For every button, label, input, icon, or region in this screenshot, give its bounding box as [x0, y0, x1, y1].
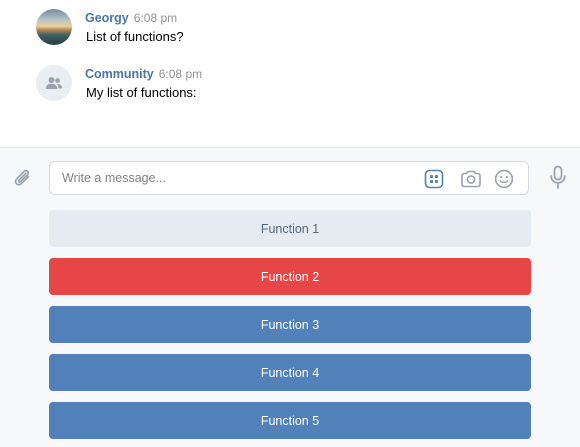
bot-keyboard-icon [424, 169, 444, 189]
message-text: My list of functions: [86, 85, 197, 100]
user-photo-avatar[interactable] [36, 9, 72, 45]
message-composer: Function 1 Function 2 Function 3 Functio… [0, 147, 580, 447]
microphone-icon [550, 165, 566, 189]
paperclip-icon [14, 169, 30, 186]
message-author[interactable]: Georgy [85, 11, 129, 25]
message-input-box[interactable] [49, 161, 529, 195]
keyboard-button-function-4[interactable]: Function 4 [49, 354, 531, 391]
keyboard-button-function-3[interactable]: Function 3 [49, 306, 531, 343]
message-header: Georgy 6:08 pm [85, 11, 177, 25]
keyboard-toggle-button[interactable] [423, 168, 445, 190]
emoji-icon [494, 169, 514, 189]
voice-message-button[interactable] [545, 164, 571, 192]
message-time: 6:08 pm [158, 67, 203, 81]
message-time: 6:08 pm [133, 11, 178, 25]
camera-icon [461, 170, 481, 188]
emoji-button[interactable] [493, 168, 515, 190]
message-history: Georgy 6:08 pm List of functions? Communi… [0, 0, 580, 147]
camera-button[interactable] [460, 168, 482, 190]
keyboard-button-function-5[interactable]: Function 5 [49, 402, 531, 439]
keyboard-button-function-2[interactable]: Function 2 [49, 258, 531, 295]
community-avatar[interactable] [36, 65, 72, 101]
message-input[interactable] [62, 162, 402, 194]
message-author[interactable]: Community [85, 67, 154, 81]
keyboard-button-function-1[interactable]: Function 1 [49, 210, 531, 247]
message-text: List of functions? [86, 29, 184, 44]
attach-button[interactable] [10, 166, 36, 192]
message-header: Community 6:08 pm [85, 67, 202, 81]
users-icon [45, 77, 63, 89]
